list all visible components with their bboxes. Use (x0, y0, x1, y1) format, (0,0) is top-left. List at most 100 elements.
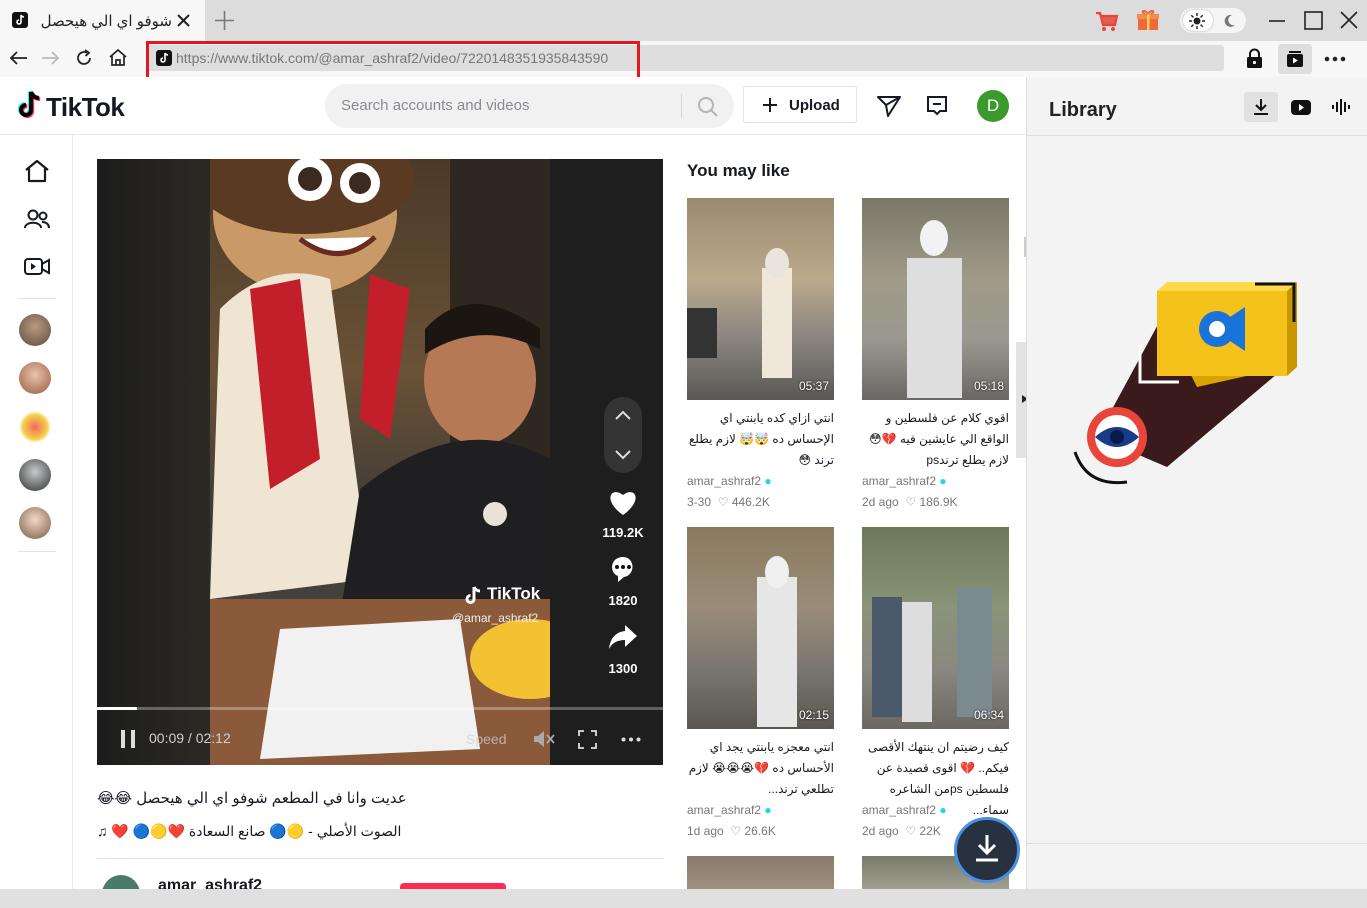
search-icon[interactable] (697, 96, 718, 117)
download-tab-icon (1254, 99, 1268, 115)
reload-icon[interactable] (75, 49, 93, 67)
library-footer-divider (1027, 843, 1367, 844)
card-likes: 22K (919, 824, 941, 838)
live-icon[interactable] (24, 256, 50, 278)
author-avatar[interactable] (102, 875, 140, 889)
card-title[interactable]: انتي معجزه يابنتي يجد اي الأحساس ده 💔😭😭😭… (687, 737, 834, 800)
video-more-icon[interactable] (621, 737, 641, 742)
video-progress-fill (97, 707, 137, 710)
search-input[interactable]: Search accounts and videos (341, 97, 529, 114)
forward-icon[interactable] (41, 50, 60, 66)
video-download-icon (1287, 51, 1303, 67)
card-author-name[interactable]: amar_ashraf2 (862, 474, 936, 488)
card-author-name[interactable]: amar_ashraf2 (687, 803, 761, 817)
following-avatar[interactable] (19, 459, 51, 491)
minimize-icon[interactable] (1268, 12, 1286, 30)
card-title[interactable]: اقوي كلام عن فلسطين و الواقع الي عايشين … (862, 408, 1009, 471)
tiktok-logo-text[interactable]: TikTok (46, 92, 125, 123)
heart-outline-icon: ♡ (905, 495, 917, 509)
extension-button[interactable] (1278, 44, 1312, 74)
maximize-icon[interactable] (1304, 11, 1323, 30)
status-bar (0, 889, 1367, 908)
comment-count: 1820 (608, 593, 638, 608)
share-count: 1300 (608, 661, 638, 676)
share-icon[interactable] (608, 623, 638, 651)
library-divider (1027, 135, 1367, 136)
fullscreen-icon[interactable] (578, 730, 597, 749)
home-nav-icon[interactable] (24, 159, 50, 183)
plus-icon (763, 98, 777, 112)
send-message-icon[interactable] (876, 93, 902, 119)
following-avatar[interactable] (19, 314, 51, 346)
card-meta: 3-30 ♡ 446.2K (687, 495, 770, 509)
following-avatar[interactable] (19, 362, 51, 394)
author-name[interactable]: amar_ashraf2 (158, 877, 262, 889)
card-thumbnail[interactable]: 05:37 (687, 198, 834, 400)
video-player[interactable]: 119.2K 1820 1300 TikTok @amar_ashraf2 00… (97, 159, 663, 765)
video-nav-arrows (604, 397, 642, 473)
browser-nav-bar: https://www.tiktok.com/@amar_ashraf2/vid… (0, 41, 1367, 81)
audio-tab-icon[interactable] (1332, 99, 1350, 115)
user-avatar[interactable]: D (977, 90, 1009, 122)
caption-divider (97, 858, 663, 859)
music-title[interactable]: الصوت الأصلي - 🟡🔵 صانع السعادة ❤️🟡🔵 ❤️ (111, 823, 401, 839)
card-age: 2d ago (862, 495, 899, 509)
comment-icon[interactable] (608, 555, 638, 583)
floating-download-button[interactable] (954, 817, 1020, 883)
following-icon[interactable] (24, 207, 50, 231)
card-thumbnail[interactable]: 02:15 (687, 527, 834, 729)
inbox-icon[interactable] (925, 94, 949, 118)
video-progress-bar[interactable] (97, 707, 663, 710)
browser-tab[interactable]: شوفو اي الي هيحصل (0, 0, 205, 41)
tiktok-header: TikTok Search accounts and videos Upload… (0, 77, 1026, 135)
like-icon[interactable] (608, 489, 638, 517)
music-info[interactable]: الصوت الأصلي - 🟡🔵 صانع السعادة ❤️🟡🔵 ❤️ ♫ (97, 823, 663, 840)
sidebar-divider (18, 298, 56, 299)
video-scene (210, 159, 550, 765)
home-icon[interactable] (108, 48, 128, 67)
theme-toggle[interactable] (1180, 8, 1246, 33)
search-bar[interactable]: Search accounts and videos (325, 84, 734, 128)
pause-icon[interactable] (120, 730, 136, 748)
upload-label: Upload (789, 97, 840, 114)
card-author[interactable]: amar_ashraf2 ● (687, 803, 772, 817)
card-age: 1d ago (687, 824, 724, 838)
tiktok-logo-icon[interactable] (17, 90, 43, 120)
card-author[interactable]: amar_ashraf2 ● (687, 474, 772, 488)
card-author-name[interactable]: amar_ashraf2 (862, 803, 936, 817)
card-duration: 02:15 (798, 708, 829, 722)
card-title[interactable]: انتي ازاي كده يابنتي اي الإحساس ده 🤯🤯 لا… (687, 408, 834, 471)
cart-icon[interactable] (1095, 9, 1119, 33)
card-likes: 446.2K (731, 495, 770, 509)
verified-icon: ● (764, 803, 772, 817)
following-avatar[interactable] (19, 507, 51, 539)
card-age: 3-30 (687, 495, 712, 509)
left-sidebar (0, 135, 73, 889)
close-tab-icon[interactable] (177, 14, 190, 27)
youtube-tab-icon[interactable] (1291, 100, 1311, 115)
card-author[interactable]: amar_ashraf2 ● (862, 474, 947, 488)
lock-icon[interactable] (1246, 48, 1263, 69)
heart-outline-icon: ♡ (905, 824, 917, 838)
card-thumbnail[interactable]: 06:34 (862, 527, 1009, 729)
card-thumbnail[interactable]: 05:18 (862, 198, 1009, 400)
card-author[interactable]: amar_ashraf2 ● (862, 803, 947, 817)
speed-button[interactable]: Speed (466, 731, 506, 747)
upload-button[interactable]: Upload (743, 86, 857, 123)
mute-icon[interactable] (533, 730, 555, 748)
card-author-name[interactable]: amar_ashraf2 (687, 474, 761, 488)
card-thumbnail[interactable] (687, 856, 834, 889)
card-age: 2d ago (862, 824, 899, 838)
more-menu-icon[interactable] (1324, 56, 1346, 62)
card-likes: 186.9K (919, 495, 958, 509)
back-icon[interactable] (9, 50, 28, 66)
gift-icon[interactable] (1136, 8, 1160, 32)
video-caption: عديت وانا في المطعم شوفو اي الي هيحصل 😂😂 (97, 790, 407, 807)
following-avatar[interactable] (19, 411, 51, 443)
watermark-user: @amar_ashraf2 (452, 611, 539, 625)
video-frame (210, 159, 550, 765)
new-tab-icon[interactable] (214, 10, 235, 31)
close-window-icon[interactable] (1340, 11, 1358, 29)
downloads-tab[interactable] (1244, 92, 1278, 122)
empty-library-illustration (1073, 282, 1297, 485)
